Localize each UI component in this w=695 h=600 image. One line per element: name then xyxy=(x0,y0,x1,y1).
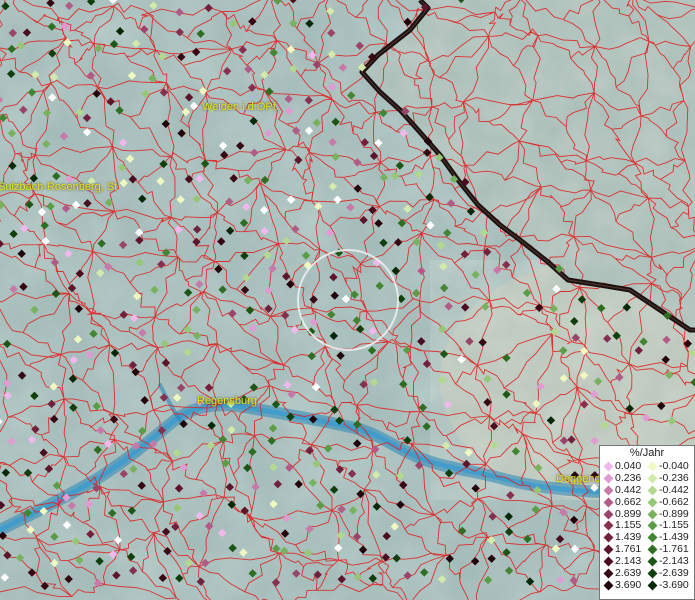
legend-swatch-positive xyxy=(603,544,614,555)
legend-swatch-positive xyxy=(603,473,614,484)
legend-value-positive: 1.761 xyxy=(615,543,642,556)
legend-value-positive: 3.690 xyxy=(615,578,642,591)
legend-swatch-positive xyxy=(603,509,614,520)
legend-value-positive: 1.155 xyxy=(615,519,642,532)
legend-rows: 0.040 -0.040 0.236 -0.236 0.442 -0.442 0.662 -0… xyxy=(600,460,694,591)
legend-title: %/Jahr xyxy=(629,447,665,459)
legend-value-negative: -0.236 xyxy=(659,471,689,484)
map-legend: %/Jahr 0.040 -0.040 0.236 -0.236 0.442 -0.442… xyxy=(599,445,695,600)
legend-value-negative: -1.439 xyxy=(659,531,689,544)
legend-swatch-positive xyxy=(603,497,614,508)
legend-swatch-positive xyxy=(603,485,614,496)
legend-swatch-negative xyxy=(647,556,658,567)
legend-value-positive: 0.040 xyxy=(615,460,642,472)
legend-value-negative: -0.442 xyxy=(659,483,689,496)
legend-value-positive: 0.236 xyxy=(615,471,642,484)
legend-swatch-positive xyxy=(603,556,614,567)
legend-row: 0.662 -0.662 xyxy=(600,496,694,508)
place-label-weiden[interactable]: Weiden i.d.OPf. xyxy=(202,101,279,113)
legend-swatch-negative xyxy=(647,485,658,496)
legend-row: 0.040 -0.040 xyxy=(600,460,694,472)
legend-row: 3.690 -3.690 xyxy=(600,579,694,591)
legend-value-positive: 0.662 xyxy=(615,495,642,508)
legend-swatch-negative xyxy=(647,461,658,472)
legend-row: 1.439 -1.439 xyxy=(600,531,694,543)
place-label-sulzbach-rosenberg[interactable]: Sulzbach-Rosenberg, St xyxy=(0,181,117,193)
legend-value-negative: -2.639 xyxy=(659,567,689,580)
legend-value-negative: -3.690 xyxy=(659,578,689,591)
place-label-regensburg[interactable]: Regensburg xyxy=(197,395,257,407)
legend-row: 0.236 -0.236 xyxy=(600,472,694,484)
legend-swatch-positive xyxy=(603,580,614,591)
legend-value-negative: -0.899 xyxy=(659,507,689,520)
legend-swatch-positive xyxy=(603,568,614,579)
legend-swatch-negative xyxy=(647,568,658,579)
place-label-deggendorf[interactable]: Deggend xyxy=(556,473,601,485)
legend-swatch-negative xyxy=(647,580,658,591)
legend-swatch-negative xyxy=(647,521,658,531)
legend-value-positive: 2.639 xyxy=(615,567,642,580)
legend-swatch-positive xyxy=(603,461,614,472)
legend-swatch-negative xyxy=(647,532,658,543)
legend-swatch-negative xyxy=(647,509,658,520)
legend-value-negative: -0.040 xyxy=(659,460,689,472)
legend-value-negative: -1.761 xyxy=(659,543,689,556)
legend-row: 1.761 -1.761 xyxy=(600,543,694,555)
legend-row: 2.639 -2.639 xyxy=(600,567,694,579)
legend-swatch-negative xyxy=(647,544,658,555)
legend-swatch-positive xyxy=(603,532,614,543)
legend-value-negative: -0.662 xyxy=(659,495,689,508)
map-canvas[interactable] xyxy=(0,0,695,600)
legend-swatch-positive xyxy=(603,521,614,531)
legend-value-positive: 1.439 xyxy=(615,531,642,544)
legend-value-negative: -2.143 xyxy=(659,555,689,568)
legend-row: 0.899 -0.899 xyxy=(600,508,694,520)
legend-value-positive: 2.143 xyxy=(615,555,642,568)
legend-row: 1.155 -1.155 xyxy=(600,519,694,531)
legend-value-negative: -1.155 xyxy=(659,519,689,532)
legend-row: 0.442 -0.442 xyxy=(600,484,694,496)
legend-value-positive: 0.899 xyxy=(615,507,642,520)
legend-swatch-negative xyxy=(647,473,658,484)
legend-value-positive: 0.442 xyxy=(615,483,642,496)
legend-row: 2.143 -2.143 xyxy=(600,555,694,567)
legend-swatch-negative xyxy=(647,497,658,508)
